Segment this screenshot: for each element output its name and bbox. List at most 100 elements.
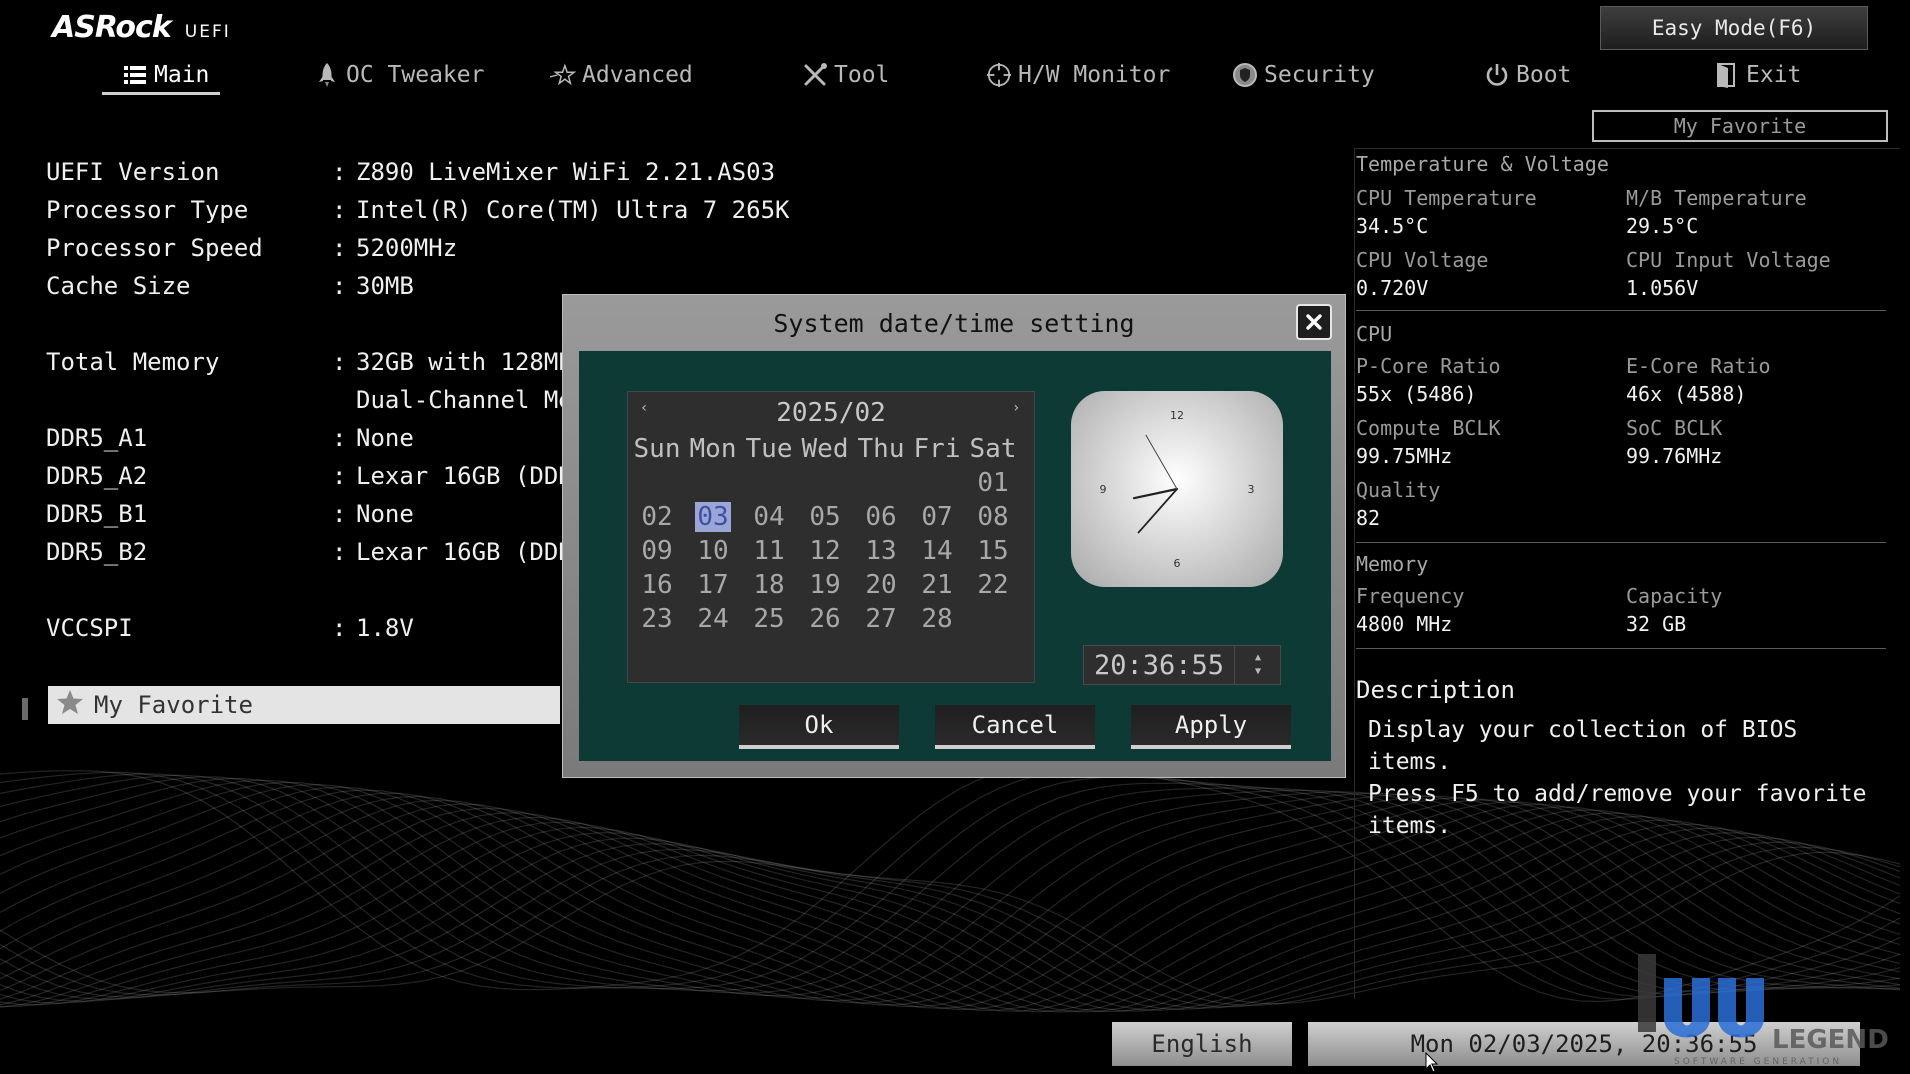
calendar-day[interactable]: 16 bbox=[632, 570, 682, 600]
weekday-header: Wed bbox=[801, 434, 849, 464]
tab-tool-label: Tool bbox=[834, 62, 890, 88]
apply-button[interactable]: Apply bbox=[1131, 705, 1291, 749]
calendar-month: 2025/02 bbox=[776, 398, 886, 428]
watermark-subtext: SOFTWARE GENERATION bbox=[1674, 1057, 1842, 1067]
logo-brand: ASRock bbox=[52, 10, 172, 45]
calendar-day[interactable]: 23 bbox=[632, 604, 682, 634]
calendar-day[interactable]: 27 bbox=[856, 604, 906, 634]
temp-voltage-title: Temperature & Voltage bbox=[1356, 152, 1609, 176]
legend-watermark-logo: LEGEND SOFTWARE GENERATION bbox=[1638, 954, 1889, 1067]
dialog-body: ‹ › 2025/02 Sun Mon Tue Wed Thu Fri Sat 01 02 03 0… bbox=[579, 351, 1331, 761]
tab-advanced[interactable]: Advanced bbox=[550, 52, 693, 98]
calendar-day[interactable]: 26 bbox=[800, 604, 850, 634]
info-value: Lexar 16GB (DDR5 bbox=[356, 538, 588, 566]
info-label: Processor Type bbox=[46, 196, 249, 224]
my-favorite-button[interactable]: My Favorite bbox=[1592, 110, 1888, 142]
tab-oc-tweaker-label: OC Tweaker bbox=[346, 62, 485, 88]
tab-tool[interactable]: Tool bbox=[802, 52, 889, 98]
tab-main-label: Main bbox=[154, 62, 210, 88]
list-icon bbox=[122, 62, 148, 88]
mb-temperature: M/B Temperature 29.5°C bbox=[1626, 186, 1807, 238]
calendar-day[interactable]: 19 bbox=[800, 570, 850, 600]
weekday-header: Sun bbox=[633, 434, 681, 464]
close-icon bbox=[1306, 314, 1322, 330]
calendar-day[interactable]: 05 bbox=[800, 502, 850, 532]
power-icon bbox=[1484, 62, 1510, 88]
clock-number: 6 bbox=[1174, 557, 1181, 570]
info-label: DDR5_A1 bbox=[46, 424, 148, 452]
cancel-button[interactable]: Cancel bbox=[935, 705, 1095, 749]
calendar-day[interactable]: 02 bbox=[632, 502, 682, 532]
calendar-day[interactable]: 21 bbox=[912, 570, 962, 600]
spin-up-icon[interactable]: ▲ bbox=[1255, 651, 1261, 665]
calendar: ‹ › 2025/02 Sun Mon Tue Wed Thu Fri Sat 01 02 03 0… bbox=[627, 391, 1035, 683]
language-button[interactable]: English bbox=[1112, 1022, 1292, 1066]
info-value: 5200MHz bbox=[356, 234, 458, 262]
easy-mode-button[interactable]: Easy Mode(F6) bbox=[1600, 6, 1868, 50]
bios-screen: ASRock UEFI Easy Mode(F6) Main OC Tweake… bbox=[0, 0, 1910, 1074]
ok-button[interactable]: Ok bbox=[739, 705, 899, 749]
weekday-header: Fri bbox=[913, 434, 961, 464]
tab-hw-monitor[interactable]: H/W Monitor bbox=[986, 52, 1170, 98]
selection-marker bbox=[22, 698, 28, 720]
description-line-1: Display your collection of BIOS items. bbox=[1368, 717, 1798, 775]
info-label: UEFI Version bbox=[46, 158, 220, 186]
info-value: Z890 LiveMixer WiFi 2.21.AS03 bbox=[356, 158, 776, 186]
close-button[interactable] bbox=[1296, 304, 1332, 340]
calendar-day[interactable]: 17 bbox=[688, 570, 738, 600]
time-input[interactable]: 20:36:55 ▲ ▼ bbox=[1083, 645, 1281, 685]
calendar-day[interactable]: 07 bbox=[912, 502, 962, 532]
my-favorite-label: My Favorite bbox=[94, 691, 253, 719]
main-tab-bar: Main OC Tweaker Advanced Tool H/W Monito… bbox=[0, 52, 1910, 102]
info-label: DDR5_B1 bbox=[46, 500, 148, 528]
calendar-day[interactable]: 12 bbox=[800, 536, 850, 566]
dialog-title: System date/time setting bbox=[773, 309, 1135, 338]
divider bbox=[1356, 310, 1886, 311]
calendar-day[interactable]: 22 bbox=[968, 570, 1018, 600]
cpu-input-voltage: CPU Input Voltage 1.056V bbox=[1626, 248, 1831, 300]
star-icon bbox=[56, 689, 84, 721]
calendar-day[interactable]: 08 bbox=[968, 502, 1018, 532]
second-hand bbox=[1145, 434, 1178, 490]
description-line-2: Press F5 to add/remove your favorite ite… bbox=[1368, 781, 1867, 839]
calendar-day[interactable]: 24 bbox=[688, 604, 738, 634]
tab-oc-tweaker[interactable]: OC Tweaker bbox=[314, 52, 484, 98]
calendar-day[interactable]: 10 bbox=[688, 536, 738, 566]
calendar-day-selected[interactable]: 03 bbox=[688, 502, 738, 532]
clock-number: 3 bbox=[1248, 483, 1255, 496]
time-spinner[interactable]: ▲ ▼ bbox=[1234, 646, 1281, 684]
info-label: Cache Size bbox=[46, 272, 191, 300]
weekday-header: Thu bbox=[857, 434, 905, 464]
spin-down-icon[interactable]: ▼ bbox=[1255, 665, 1261, 679]
calendar-day[interactable]: 25 bbox=[744, 604, 794, 634]
crosshair-icon bbox=[986, 62, 1012, 88]
exit-icon bbox=[1714, 62, 1740, 88]
calendar-day[interactable]: 01 bbox=[968, 468, 1018, 498]
tab-security[interactable]: Security bbox=[1232, 52, 1375, 98]
calendar-day[interactable]: 06 bbox=[856, 502, 906, 532]
calendar-day[interactable]: 14 bbox=[912, 536, 962, 566]
calendar-day[interactable]: 15 bbox=[968, 536, 1018, 566]
calendar-day[interactable]: 20 bbox=[856, 570, 906, 600]
tab-exit[interactable]: Exit bbox=[1714, 52, 1801, 98]
memory-title: Memory bbox=[1356, 552, 1429, 576]
mouse-cursor-icon bbox=[1425, 1052, 1439, 1073]
my-favorite-item[interactable]: My Favorite bbox=[48, 686, 560, 724]
calendar-day[interactable]: 11 bbox=[744, 536, 794, 566]
calendar-day[interactable]: 09 bbox=[632, 536, 682, 566]
tab-security-label: Security bbox=[1264, 62, 1375, 88]
calendar-day[interactable]: 28 bbox=[912, 604, 962, 634]
shield-icon bbox=[1232, 62, 1258, 88]
info-value: Dual-Channel Mem bbox=[356, 386, 588, 414]
weekday-header: Mon bbox=[689, 434, 737, 464]
logo-uefi: UEFI bbox=[184, 22, 231, 42]
tab-boot[interactable]: Boot bbox=[1484, 52, 1571, 98]
calendar-day[interactable]: 04 bbox=[744, 502, 794, 532]
calendar-day[interactable]: 18 bbox=[744, 570, 794, 600]
cpu-title: CPU bbox=[1356, 322, 1393, 346]
calendar-day[interactable]: 13 bbox=[856, 536, 906, 566]
divider bbox=[1356, 648, 1886, 649]
description-title: Description bbox=[1356, 676, 1515, 704]
analog-clock: 12 3 6 9 bbox=[1071, 391, 1283, 587]
e-core-ratio: E-Core Ratio 46x (4588) bbox=[1626, 354, 1771, 406]
